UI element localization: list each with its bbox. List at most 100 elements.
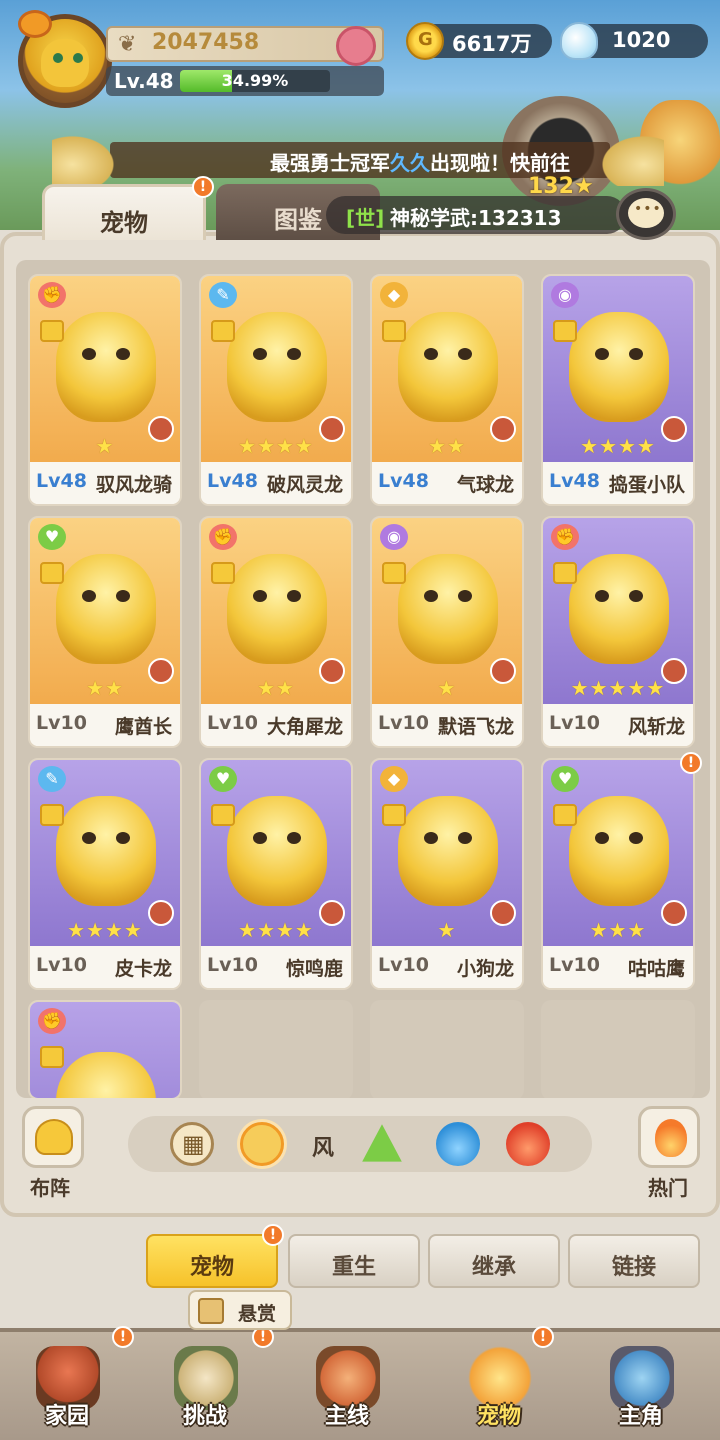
gold-amount: 6617万 (452, 32, 532, 56)
announcement-text: 最强勇士冠军久久出现啦！快前往 (270, 147, 570, 176)
pet-panel: ✊ ★ Lv48 驭风龙骑 ✎ ★★★★ Lv48 破风灵龙 ◆ ★★ Lv48… (0, 232, 720, 1217)
pet-stars: ★★ (86, 676, 124, 700)
pet-card-footer: Lv10 小狗龙 (372, 946, 522, 988)
pet-chip-icon[interactable] (18, 10, 52, 38)
subtab-rebirth[interactable]: 重生 (288, 1234, 420, 1288)
pet-creature-eye (629, 590, 643, 602)
pet-name: 捣蛋小队 (608, 474, 685, 496)
pet-creature-icon (569, 312, 669, 422)
pet-card[interactable]: ♥ ★★ Lv10 鹰酋长 (28, 516, 182, 748)
subtab-pets[interactable]: 宠物 (146, 1234, 278, 1288)
wind-type-icon (40, 562, 64, 584)
pet-level: Lv10 (36, 954, 87, 976)
pet-creature-icon (56, 312, 156, 422)
pet-card[interactable]: ♥ ★★★★ Lv10 惊鸣鹿 (199, 758, 353, 990)
rank-badge-icon[interactable] (336, 26, 376, 66)
pet-card[interactable]: ✊ ★ Lv48 驭风龙骑 (28, 274, 182, 506)
element-filter-bar: 风 (128, 1116, 592, 1172)
announcement-marquee: 最强勇士冠军久久出现啦！快前往 (110, 142, 610, 178)
lineup-button[interactable] (22, 1106, 84, 1168)
subtab-rebirth-label: 重生 (331, 1255, 376, 1280)
pet-creature-eye (287, 590, 301, 602)
pet-level: Lv10 (36, 712, 87, 734)
pet-stars: ★ (437, 918, 457, 942)
chat-button[interactable] (616, 188, 676, 240)
filter-all-icon[interactable] (170, 1122, 214, 1166)
gold-coin-icon (406, 22, 444, 60)
pet-stars: ★★★★ (580, 434, 656, 458)
pet-card[interactable]: ◉ ★★★★ Lv48 捣蛋小队 (541, 274, 695, 506)
wind-type-icon (553, 562, 577, 584)
pet-creature-eye (458, 348, 472, 360)
subtab-link[interactable]: 链接 (568, 1234, 700, 1288)
team-icon (35, 1119, 73, 1155)
pet-card[interactable]: ✊ ★★★★★ Lv10 风斩龙 (541, 516, 695, 748)
tab-codex-label: 图鉴 (274, 206, 322, 234)
pet-card[interactable]: ◆ ★★ Lv48 气球龙 (370, 274, 524, 506)
subtab-inherit-label: 继承 (471, 1255, 516, 1280)
hot-button[interactable] (638, 1106, 700, 1168)
dark-element-icon: ◉ (551, 282, 579, 308)
nav-pets[interactable]: 宠物 (444, 1340, 554, 1440)
nav-home[interactable]: 家园 (12, 1340, 122, 1440)
bounty-label: 悬赏 (238, 1303, 277, 1325)
pet-card[interactable]: ✊ ★★ Lv10 大角犀龙 (199, 516, 353, 748)
pet-card[interactable]: ✎ ★★★★ Lv10 皮卡龙 (28, 758, 182, 990)
tab-pets-alert-badge: ! (192, 176, 214, 198)
filter-water-icon[interactable] (436, 1122, 480, 1166)
nav-main-quest[interactable]: 主线 (292, 1340, 402, 1440)
pet-level: Lv10 (549, 954, 600, 976)
pet-card[interactable]: ◉ ★ Lv10 默语飞龙 (370, 516, 524, 748)
announcement-highlight: 久久 (390, 151, 430, 175)
badge-text: ! (119, 1329, 127, 1345)
pet-name: 惊鸣鹿 (285, 958, 343, 980)
pet-card[interactable]: ✊ (28, 1000, 182, 1098)
wind-type-icon (553, 320, 577, 342)
filter-earth-icon[interactable] (362, 1124, 402, 1162)
subtab-pets-alert-badge: ! (262, 1224, 284, 1246)
pet-card[interactable]: ◆ ★ Lv10 小狗龙 (370, 758, 524, 990)
pet-creature-eye (424, 832, 438, 844)
tab-pets[interactable]: 宠物 (42, 184, 206, 240)
pet-creature-icon (227, 312, 327, 422)
pet-name: 破风灵龙 (266, 474, 343, 496)
gold-currency[interactable]: 6617万 (406, 22, 552, 60)
combat-power-value: 2047458 (152, 30, 260, 55)
filter-fire-icon[interactable] (506, 1122, 550, 1166)
fire-element-icon: ✊ (551, 524, 579, 550)
pet-name: 鹰酋长 (114, 716, 172, 738)
player-level: Lv.48 (114, 69, 174, 93)
pet-card[interactable]: ✎ ★★★★ Lv48 破风灵龙 (199, 274, 353, 506)
chat-message: 神秘学武:132313 (390, 206, 562, 230)
avatar-eye (53, 53, 63, 63)
nav-hero[interactable]: 主角 (586, 1340, 696, 1440)
pet-level: Lv10 (207, 954, 258, 976)
nav-challenge[interactable]: 挑战 (150, 1340, 260, 1440)
pet-creature-eye (458, 832, 472, 844)
bounty-button[interactable]: 悬赏 (188, 1290, 292, 1330)
chat-bubble-icon (628, 198, 664, 228)
world-chat-line[interactable]: [世] 神秘学武:132313 (326, 196, 626, 234)
pet-creature-eye (82, 590, 96, 602)
pet-creature-eye (629, 832, 643, 844)
pet-creature-eye (287, 348, 301, 360)
pet-creature-eye (595, 832, 609, 844)
filter-wind-icon[interactable] (240, 1122, 284, 1166)
pet-stars: ★★★ (589, 918, 647, 942)
horn-right-icon (596, 132, 664, 186)
pet-level: Lv48 (207, 470, 258, 492)
horn-left-icon (52, 132, 120, 186)
pet-creature-eye (458, 590, 472, 602)
flame-icon (655, 1119, 687, 1157)
pet-grid: ✊ ★ Lv48 驭风龙骑 ✎ ★★★★ Lv48 破风灵龙 ◆ ★★ Lv48… (16, 260, 710, 1098)
pet-name: 皮卡龙 (114, 958, 172, 980)
empty-pet-slot (199, 1000, 353, 1098)
pet-creature-icon (56, 796, 156, 906)
pet-creature-eye (595, 348, 609, 360)
gem-currency[interactable]: 1020 (560, 22, 708, 60)
wind-type-icon (40, 804, 64, 826)
subtab-inherit[interactable]: 继承 (428, 1234, 560, 1288)
pet-card[interactable]: ♥ ★★★ Lv10 咕咕鹰 (541, 758, 695, 990)
badge-text: ! (259, 1329, 267, 1345)
grass-element-icon: ♥ (38, 524, 66, 550)
